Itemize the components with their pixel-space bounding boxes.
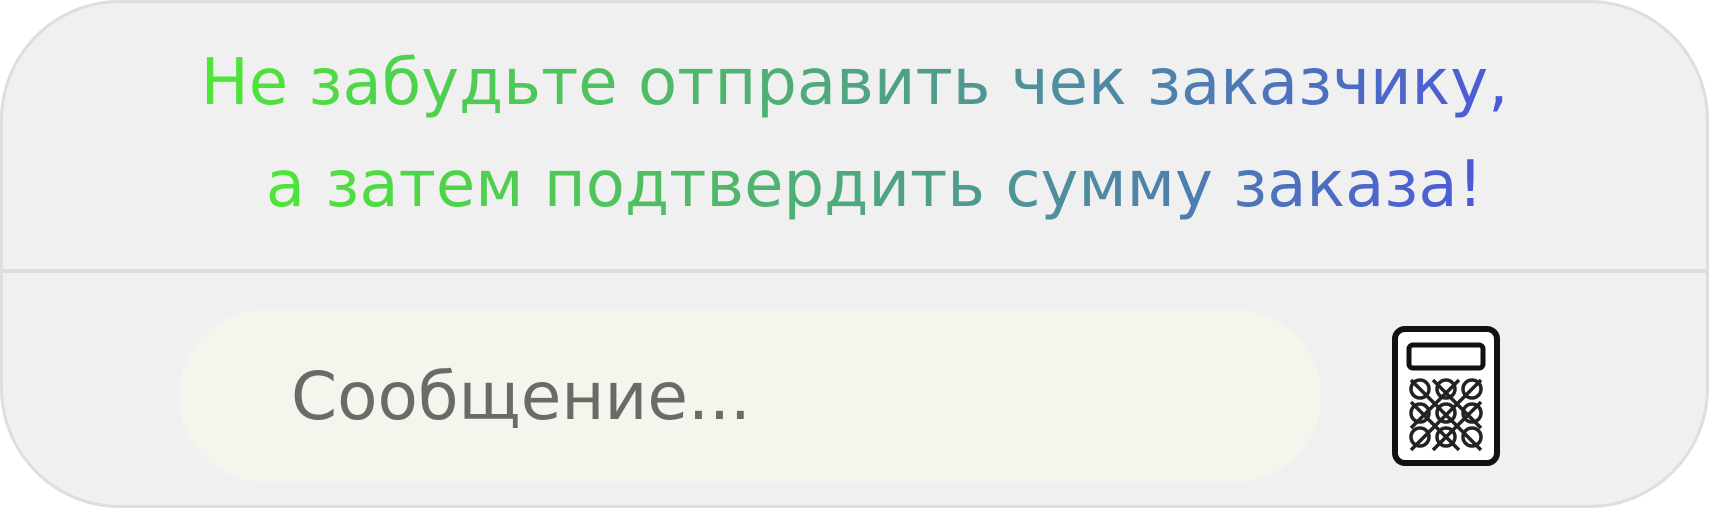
message-composer (3, 273, 1706, 505)
message-panel: Не забудьте отправить чек заказчику, а з… (0, 0, 1709, 508)
reminder-line-1: Не забудьте отправить чек заказчику, (201, 32, 1509, 134)
reminder-line-2: а затем подтвердить сумму заказа! (266, 134, 1483, 236)
message-input[interactable] (179, 310, 1321, 482)
calculator-button[interactable] (1391, 325, 1501, 467)
calculator-icon (1391, 325, 1501, 467)
reminder-banner: Не забудьте отправить чек заказчику, а з… (3, 3, 1706, 271)
